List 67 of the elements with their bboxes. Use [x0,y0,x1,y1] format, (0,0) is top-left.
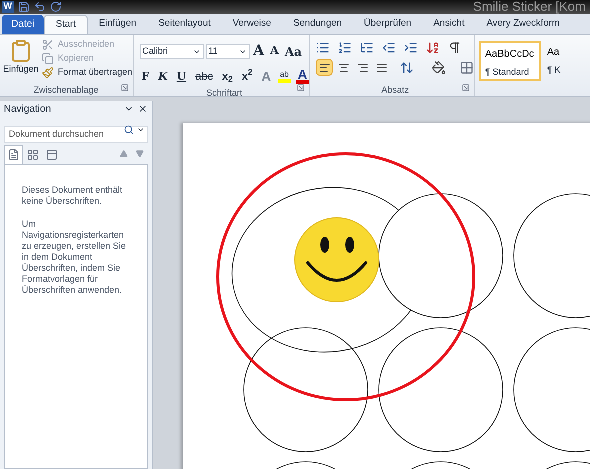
font-size-field[interactable]: 11 [206,44,250,59]
ribbon-tab[interactable]: Ansicht [422,15,476,34]
dropdown-caret-icon[interactable] [137,126,145,134]
format-button[interactable]: x$^{2}$ [240,68,255,85]
ribbon-tab[interactable]: Avery Zweckform [476,15,571,34]
multilevel-list-icon[interactable] [360,41,374,55]
color-button[interactable]: ab [278,70,291,84]
search-field[interactable]: Dokument durchsuchen [4,126,148,142]
format-button[interactable]: abc [194,68,216,85]
borders-icon[interactable] [460,60,474,74]
scissors-icon [42,39,54,51]
font-size-button[interactable]: A [252,41,266,62]
font-size-button[interactable]: A [268,43,281,60]
group-label: Zwischenablage [34,84,99,96]
file-tab[interactable]: Datei [2,15,44,34]
clipboard-action[interactable]: Format übertragen [42,67,133,79]
align-icon [318,62,331,74]
redo-icon[interactable] [50,1,62,13]
paintbrush-icon [42,67,54,79]
pane-title: Navigation [4,102,52,116]
align-icon [356,62,369,74]
font-family-field[interactable]: Calibri [140,44,204,59]
format-button[interactable]: x$_{2}$ [220,68,235,85]
style-button[interactable]: Aa ¶ K [543,41,590,81]
dialog-launcher-icon[interactable] [297,84,306,92]
format-button[interactable]: F [140,68,152,85]
pilcrow-icon[interactable] [448,41,462,55]
align-icon [376,62,388,74]
window-title: Smilie Sticker [Kom [473,0,587,14]
paste-button[interactable]: Einfügen [0,39,42,84]
save-icon[interactable] [18,1,30,13]
increase-indent-icon[interactable] [404,41,418,55]
clipboard-icon [9,39,33,63]
group-label: Absatz [382,84,410,96]
bullet-list-icon[interactable] [316,41,330,55]
style-button[interactable]: AaBbCcDc ¶ Standard [479,41,542,81]
align-button[interactable] [316,59,334,76]
format-button[interactable]: U [174,68,189,85]
format-button[interactable]: K [156,68,170,85]
ribbon-tab[interactable]: Seitenlayout [148,15,222,34]
view-tab[interactable] [4,145,23,164]
decrease-indent-icon[interactable] [382,41,396,55]
align-icon [338,62,350,74]
close-icon[interactable] [138,104,148,114]
ribbon-tab[interactable]: Sendungen [282,15,354,34]
ribbon-tab[interactable]: Überprüfen [353,15,423,34]
dialog-launcher-icon[interactable] [462,84,470,92]
copy-icon [42,53,54,65]
info-text: Dieses Dokument enthält keine Überschriften. [22,185,124,207]
shading-icon[interactable] [432,60,446,74]
search-icon[interactable] [124,125,134,135]
line-spacing-icon[interactable] [400,60,414,74]
font-size-button[interactable]: Aa [282,42,304,60]
group-label: Schriftart [206,86,242,98]
info-text: Um Navigationsregisterkarten zu erzeugen, erstellen Sie in dem Dokument Überschriften, indem Sie Formatvorlagen für Überschriften anwenden. [22,219,128,296]
page-icon [46,148,58,160]
page-icon [8,149,20,161]
app-logo: W [2,1,14,13]
ribbon-tab[interactable]: Verweise [222,15,282,34]
undo-icon[interactable] [34,1,46,13]
ribbon-tab[interactable]: Einfügen [88,15,148,34]
grid-icon [26,148,38,160]
ribbon-tab[interactable]: Start [44,15,88,34]
sort-icon[interactable] [426,41,440,55]
numbered-list-icon[interactable] [338,41,352,55]
dialog-launcher-icon[interactable] [120,84,129,92]
color-button[interactable]: A [296,69,310,84]
